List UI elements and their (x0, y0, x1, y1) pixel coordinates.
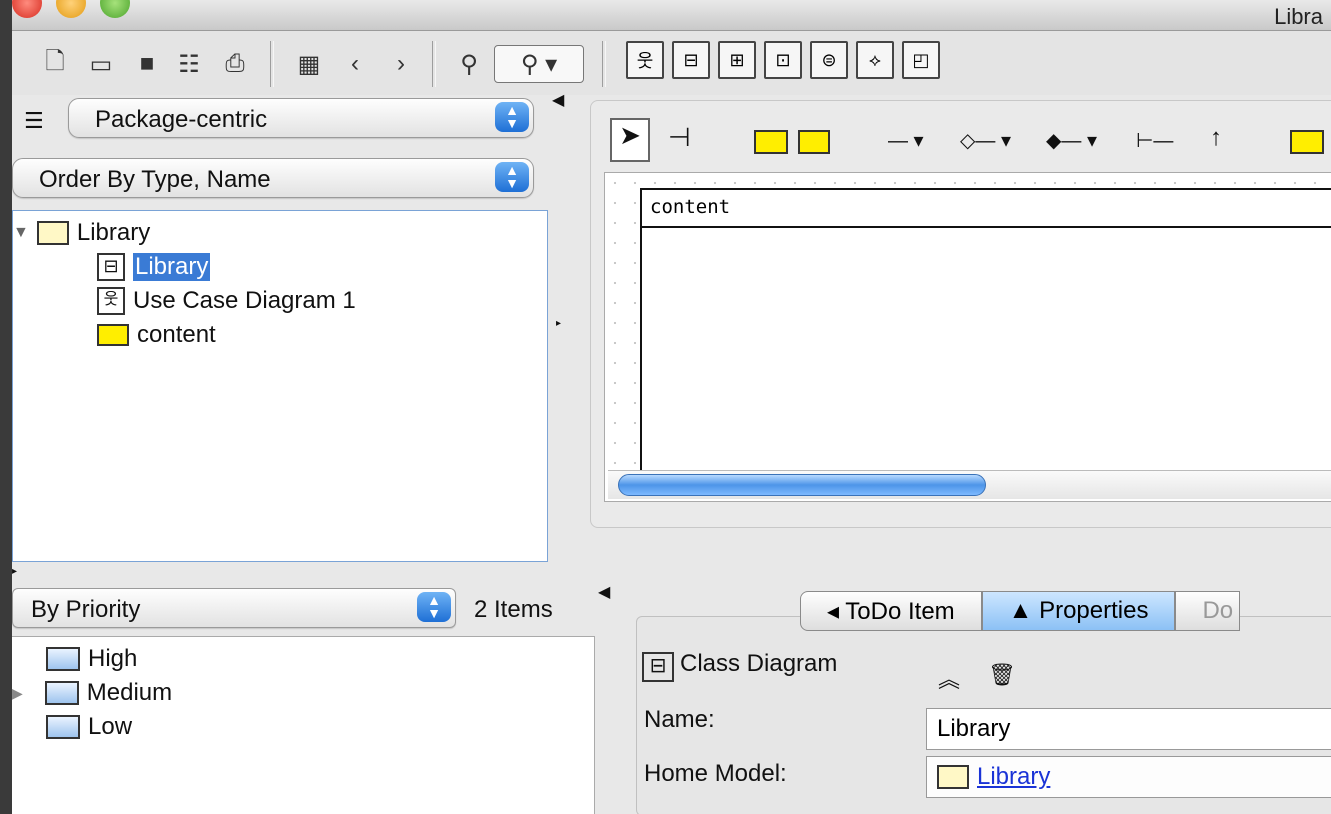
todo-item-label: High (88, 645, 138, 672)
activity-diagram-icon[interactable]: ⟡ (856, 41, 894, 79)
class-diagram-icon: ⊟ (642, 652, 674, 682)
tab-todo-item[interactable]: ◂ ToDo Item (800, 591, 982, 631)
print-icon[interactable]: ⎙ (218, 47, 252, 81)
folder-icon (44, 681, 79, 705)
association-tool-icon[interactable]: ⊢— (1136, 128, 1173, 153)
scrollbar-thumb[interactable] (618, 474, 986, 496)
toolbar-separator (432, 41, 436, 87)
toolbar-separator (270, 41, 274, 87)
composition-tool-icon[interactable]: ◆— ▾ (1046, 128, 1097, 153)
todo-count: 2 Items (474, 596, 553, 623)
package-tool-icon[interactable] (754, 130, 788, 154)
usecase-diagram-icon: 웃 (97, 287, 125, 315)
tree-item-label: Library (76, 219, 151, 246)
tree-item-content[interactable]: content (97, 319, 216, 351)
perspective-select-value: Package-centric (95, 106, 268, 133)
title-bar: Libra (12, 0, 1331, 31)
tree-item-usecase-diagram[interactable]: 웃 Use Case Diagram 1 (97, 285, 356, 317)
todo-filter-select[interactable]: By Priority ▲ ▼ (12, 588, 456, 628)
delete-icon[interactable]: 🗑 (988, 662, 1016, 688)
perspective-icon: ☰ (24, 108, 44, 133)
select-arrows-icon: ▲ ▼ (495, 102, 529, 132)
folder-icon (97, 324, 129, 346)
package-icon (36, 221, 69, 245)
tree-item-class-diagram[interactable]: ⊟ Library (97, 251, 211, 283)
horizontal-scrollbar[interactable] (608, 470, 1331, 499)
save-icon[interactable]: ■ (130, 47, 164, 81)
tree-item-root[interactable]: ▼ Library (13, 217, 150, 249)
tab-more[interactable]: Do (1175, 591, 1241, 631)
home-model-field[interactable]: Library (926, 756, 1331, 798)
open-icon[interactable]: ▭ (84, 47, 118, 81)
home-model-link[interactable]: Library (977, 763, 1050, 791)
interface-tool-icon[interactable] (1290, 130, 1324, 154)
collapse-left-icon[interactable]: ◀ (598, 582, 610, 602)
tab-properties[interactable]: ▲ Properties (981, 591, 1176, 631)
order-select[interactable]: Order By Type, Name ▲ ▼ (12, 158, 534, 198)
collaboration-diagram-icon[interactable]: ⊡ (764, 41, 802, 79)
deployment-diagram-icon[interactable]: ◰ (902, 41, 940, 79)
find-icon[interactable]: ⚲ (452, 47, 486, 81)
perspective-select[interactable]: Package-centric ▲ ▼ (68, 98, 534, 138)
dependency-tool-icon[interactable]: — ▾ (888, 128, 924, 153)
package-name: content (642, 190, 1331, 228)
generalization-tool-icon[interactable]: ↑ (1210, 124, 1222, 152)
close-window-button[interactable] (12, 0, 42, 18)
collapse-left-icon[interactable]: ◀ (552, 90, 564, 110)
package-icon (937, 765, 969, 789)
folder-icon (46, 715, 80, 739)
tree-item-label: Library (133, 253, 211, 281)
properties-icon[interactable]: ☷ (172, 47, 206, 81)
todo-item-low[interactable]: Low (46, 711, 132, 743)
splitter-handle[interactable]: ▸ (556, 318, 561, 329)
select-tool-icon[interactable]: ➤ (610, 118, 650, 162)
home-model-label: Home Model: (644, 760, 787, 787)
explorer-tree: ▼ Library ⊟ Library 웃 Use Case Diagram 1… (12, 210, 548, 562)
main-toolbar: 🗋 ▭ ■ ☷ ⎙ ▦ ‹ › ⚲ ⚲ ▾ 웃 ⊟ ⊞ ⊡ ⊜ ⟡ ◰ (12, 31, 1331, 95)
package-node[interactable]: content (640, 188, 1331, 482)
navigate-up-icon[interactable]: ︽ (938, 662, 960, 694)
usecase-diagram-icon[interactable]: 웃 (626, 41, 664, 79)
class-tool-icon[interactable] (798, 130, 830, 154)
element-type-label: Class Diagram (680, 650, 838, 677)
class-diagram-icon[interactable]: ⊟ (672, 41, 710, 79)
zoom-window-button[interactable] (100, 0, 130, 18)
tree-item-label: Use Case Diagram 1 (133, 287, 356, 314)
expand-triangle-icon[interactable]: ▼ (13, 224, 29, 242)
minimize-window-button[interactable] (56, 0, 86, 18)
name-label: Name: (644, 706, 715, 733)
order-select-value: Order By Type, Name (39, 166, 271, 193)
new-diagram-icon[interactable]: 🗋 (38, 47, 72, 81)
zoom-icon[interactable]: ⚲ ▾ (494, 45, 584, 83)
forward-icon[interactable]: › (384, 47, 418, 81)
splitter-handle[interactable]: ▸ (12, 566, 17, 577)
select-all-icon[interactable]: ▦ (292, 47, 326, 81)
todo-item-label: Medium (86, 679, 173, 706)
select-arrows-icon: ▲ ▼ (417, 592, 451, 622)
aggregation-tool-icon[interactable]: ◇— ▾ (960, 128, 1011, 153)
expand-triangle-icon[interactable]: ▶ (12, 685, 23, 702)
app-window: Libra 🗋 ▭ ■ ☷ ⎙ ▦ ‹ › ⚲ ⚲ ▾ 웃 ⊟ ⊞ ⊡ ⊜ ⟡ … (12, 0, 1331, 814)
details-tabs: ◂ ToDo Item ▲ Properties Do (800, 591, 1241, 631)
name-field[interactable]: Library (926, 708, 1331, 750)
todo-filter-value: By Priority (31, 596, 141, 623)
todo-list: High ▶ Medium Low (12, 636, 595, 814)
folder-icon (46, 647, 80, 671)
tree-item-label: content (137, 321, 216, 348)
statechart-diagram-icon[interactable]: ⊜ (810, 41, 848, 79)
todo-item-high[interactable]: High (46, 643, 137, 675)
select-arrows-icon: ▲ ▼ (495, 162, 529, 192)
sequence-diagram-icon[interactable]: ⊞ (718, 41, 756, 79)
toolbar-separator (602, 41, 606, 87)
back-icon[interactable]: ‹ (338, 47, 372, 81)
window-title: Libra (1274, 4, 1323, 29)
todo-item-label: Low (88, 713, 133, 740)
todo-item-medium[interactable]: ▶ Medium (12, 677, 172, 709)
diagram-palette: ➤ ⊣ — ▾ ◇— ▾ ◆— ▾ ⊢— ↑ (600, 112, 1331, 168)
broom-tool-icon[interactable]: ⊣ (668, 122, 691, 153)
class-diagram-icon: ⊟ (97, 253, 125, 281)
